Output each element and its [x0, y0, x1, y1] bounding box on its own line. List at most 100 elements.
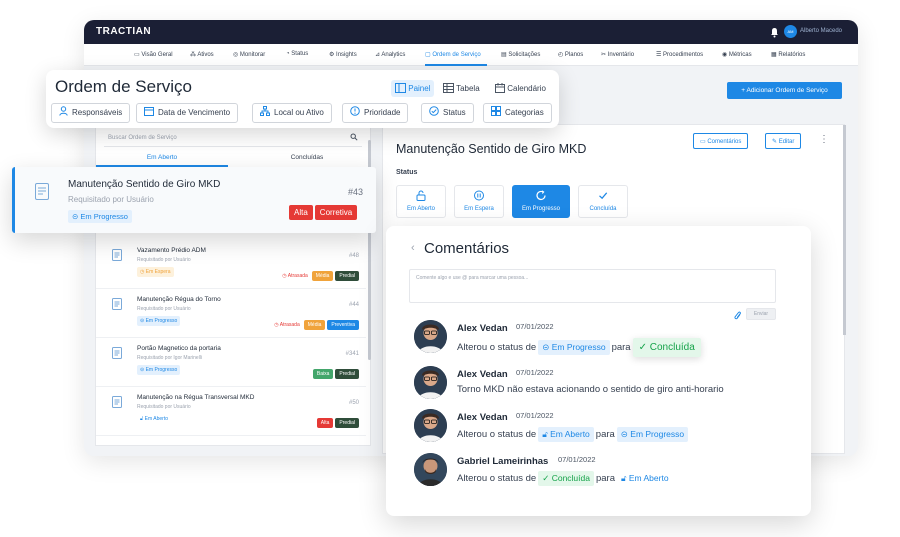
status-done-button[interactable]: Concluída [578, 185, 628, 218]
list-item[interactable]: Manutenção na Régua Transversal MKD Requ… [96, 387, 366, 436]
comment-item: Alex Vedan 07/01/2022 Torno MKD não esta… [414, 366, 794, 406]
status-label-text: Em Progresso [521, 206, 560, 212]
category-tag: Predial [335, 271, 359, 281]
top-bar: TRACTIAN AM Alberto Macedo [84, 20, 858, 44]
nav-visao-geral[interactable]: ▭ Visão Geral [134, 51, 173, 58]
order-status-badge: ◷ Em Espera [137, 267, 174, 277]
button-label: Editar [778, 139, 795, 145]
order-number: #43 [348, 187, 364, 197]
overdue-label: ◷ Atrasada [274, 322, 300, 328]
filter-status[interactable]: Status [421, 103, 474, 123]
user-icon [59, 106, 68, 118]
nav-label: Ordem de Serviço [432, 52, 481, 58]
chip-text: Concluída [649, 342, 695, 353]
detail-title: Manutenção Sentido de Giro MKD [396, 142, 587, 156]
nav-ativos[interactable]: ⁂ Ativos [190, 51, 214, 58]
lock-icon [416, 190, 426, 201]
message-text: para [595, 473, 615, 484]
chip-text: Em Progresso [551, 342, 606, 352]
comment-author: Gabriel Lameirinhas [457, 456, 549, 467]
priority-tag: Média [311, 271, 334, 281]
order-tags: ◷ Atrasada Média Preventiva [274, 313, 359, 331]
comments-title: Comentários [424, 240, 510, 257]
filter-responsaveis[interactable]: Responsáveis [51, 103, 131, 123]
pause-icon [474, 190, 484, 201]
category-tag: Predial [335, 369, 359, 379]
order-status-badge: ⊝ Em Progresso [68, 210, 132, 223]
nav-solicitacoes[interactable]: ▤ Solicitações [501, 51, 540, 58]
comment-item: Gabriel Lameirinhas 07/01/2022 Alterou o… [414, 453, 794, 493]
main-nav: ▭ Visão Geral ⁂ Ativos ◎ Monitorar ◔ Sta… [84, 44, 858, 66]
nav-procedimentos[interactable]: ☰ Procedimentos [656, 51, 703, 58]
more-options-icon[interactable]: ⋮ [819, 133, 829, 149]
priority-tag: Alta [289, 205, 313, 220]
priority-tag: Média [303, 320, 326, 330]
avatar [414, 320, 447, 353]
edit-button[interactable]: ✎ Editar [765, 133, 802, 149]
tab-done[interactable]: Concluídas [242, 154, 372, 161]
filter-local-ativo[interactable]: Local ou Ativo [252, 103, 332, 123]
status-section-label: Status [396, 169, 418, 176]
filter-vencimento[interactable]: Data de Vencimento [136, 103, 239, 123]
filter-label: Prioridade [364, 108, 401, 118]
filter-categorias[interactable]: Categorias [483, 103, 552, 123]
search-input[interactable]: Buscar Ordem de Serviço [104, 131, 362, 147]
document-icon [112, 297, 122, 315]
view-panel-button[interactable]: Painel [391, 80, 435, 97]
check-icon [599, 192, 608, 200]
list-item[interactable]: Manutenção Régua do Torno Requisitado po… [96, 289, 366, 338]
selected-order-card[interactable]: Manutenção Sentido de Giro MKD Requisita… [12, 167, 376, 233]
view-table-button[interactable]: Tabela [439, 80, 484, 97]
view-calendar-button[interactable]: Calendário [491, 80, 550, 97]
comment-date: 07/01/2022 [516, 322, 554, 331]
nav-label: Monitorar [239, 52, 266, 58]
nav-label: Planos [564, 52, 584, 58]
comment-author: Alex Vedan [457, 369, 508, 380]
comment-input[interactable]: Comente algo e use @ para marcar uma pes… [409, 269, 776, 303]
comments-button[interactable]: ▭ Comentários [693, 133, 749, 149]
nav-label: Inventário [607, 52, 635, 58]
comment-author: Alex Vedan [457, 323, 508, 334]
status-text: Em Progresso [80, 212, 128, 221]
order-tags: Alta Predial [315, 411, 359, 429]
user-avatar[interactable]: AM [784, 25, 797, 38]
status-wait-button[interactable]: Em Espera [454, 185, 504, 218]
message-text: Alterou o status de [457, 429, 537, 440]
add-order-button[interactable]: + Adicionar Ordem de Serviço [727, 82, 842, 99]
chip-text: Em Aberto [628, 473, 669, 483]
nav-label: Insights [336, 52, 357, 58]
nav-status[interactable]: ◔ Status [286, 51, 308, 57]
status-label-text: Em Espera [464, 206, 494, 212]
nav-relatorios[interactable]: ▦ Relatórios [771, 51, 805, 58]
status-progress-button[interactable]: Em Progresso [512, 185, 570, 218]
user-name[interactable]: Alberto Macedo [800, 28, 842, 34]
hierarchy-icon [260, 106, 270, 118]
filter-label: Responsáveis [72, 108, 123, 118]
nav-monitorar[interactable]: ◎ Monitorar [233, 51, 265, 58]
nav-inventario[interactable]: ✂ Inventário [601, 51, 634, 58]
back-chevron-icon[interactable]: ‹ [411, 242, 415, 254]
bell-icon[interactable] [770, 25, 779, 43]
send-button[interactable]: Enviar [746, 308, 776, 320]
nav-metricas[interactable]: ◉ Métricas [722, 51, 752, 58]
order-number: #44 [348, 302, 359, 308]
view-label: Tabela [456, 84, 480, 94]
nav-planos[interactable]: ◴ Planos [558, 51, 583, 58]
view-label: Painel [408, 84, 431, 94]
order-number: #341 [345, 351, 359, 357]
list-item[interactable]: Portão Magnetico da portaria Requisitado… [96, 338, 366, 387]
list-item[interactable]: Vazamento Prédio ADM Requisitado por Usu… [96, 240, 366, 289]
filter-prioridade[interactable]: Prioridade [342, 103, 409, 123]
avatar [414, 453, 447, 486]
comment-message: Torno MKD não estava acionando o sentido… [457, 384, 724, 395]
status-open-button[interactable]: Em Aberto [396, 185, 446, 218]
detail-scrollbar[interactable] [843, 125, 846, 335]
nav-analytics[interactable]: ⊿ Analytics [375, 51, 405, 58]
category-tag: Preventiva [327, 320, 359, 330]
nav-insights[interactable]: ⚙ Insights [329, 51, 357, 58]
nav-label: Analytics [381, 52, 406, 58]
order-title: Manutenção Sentido de Giro MKD [68, 179, 221, 190]
order-requester: Requisitado por Igor Marinelli [137, 355, 203, 361]
nav-ordem-de-servico[interactable]: ▢ Ordem de Serviço [425, 51, 481, 58]
tab-open[interactable]: Em Aberto [96, 154, 228, 161]
